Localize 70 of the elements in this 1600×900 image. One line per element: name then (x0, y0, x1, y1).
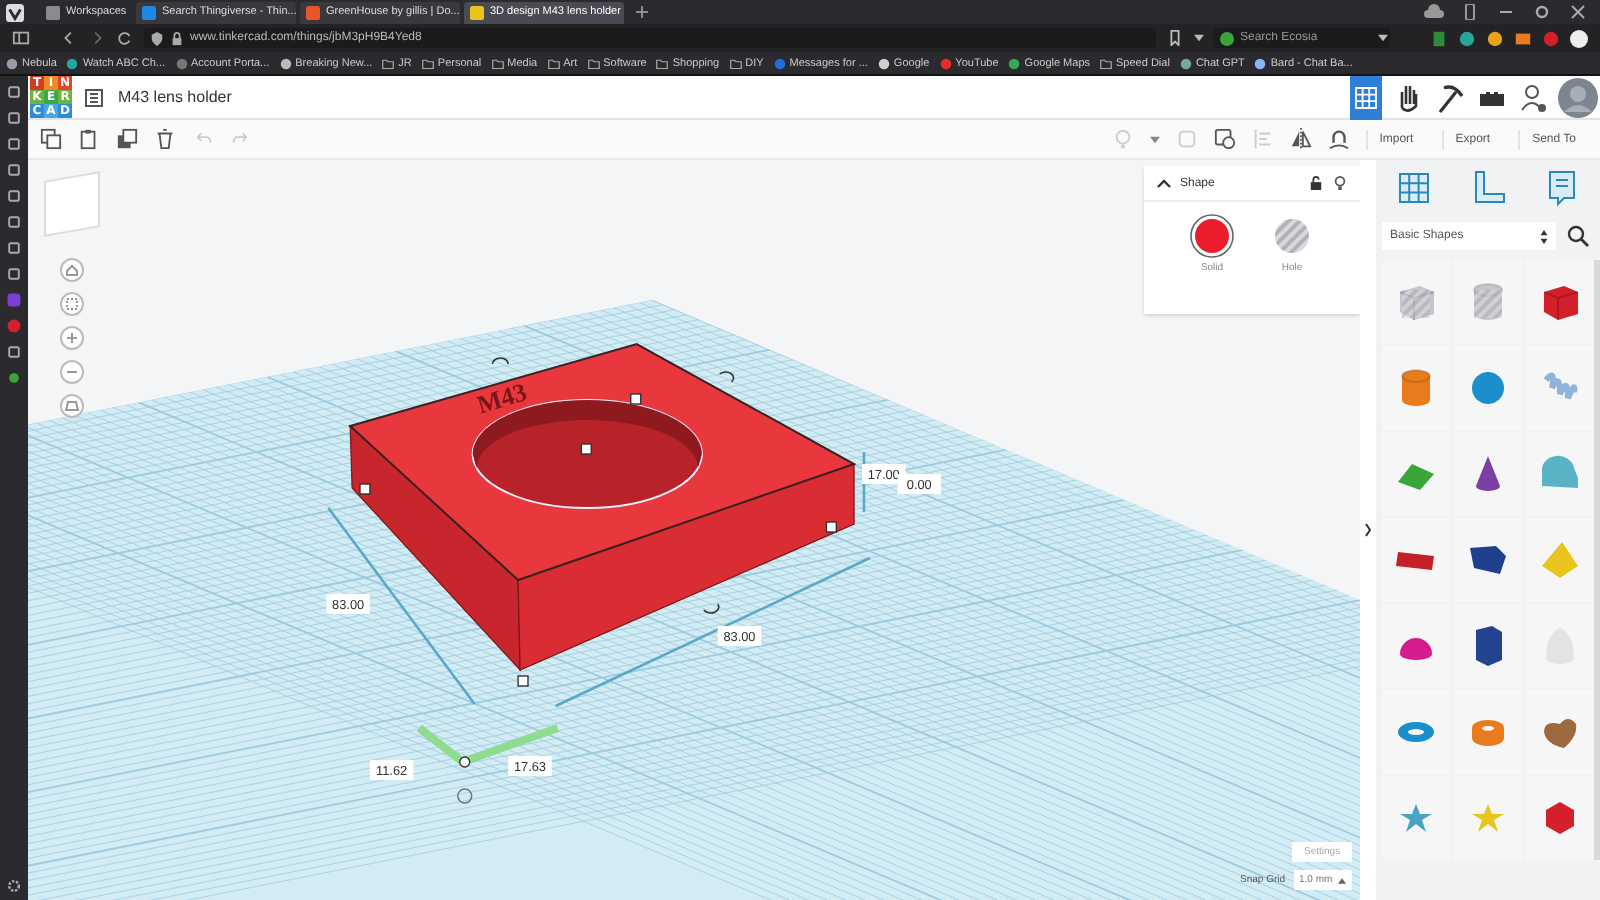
caret-icon[interactable] (1194, 34, 1204, 42)
shape-tile[interactable] (1382, 432, 1450, 516)
mirror-icon[interactable] (1289, 128, 1312, 150)
shape-tile[interactable] (1454, 346, 1522, 430)
shape-tile[interactable] (1454, 776, 1522, 860)
perspective-icon[interactable] (60, 394, 84, 418)
browser-logo-icon[interactable] (6, 3, 24, 21)
new-tab-icon[interactable] (636, 6, 648, 18)
trash-icon[interactable] (154, 128, 176, 150)
cloud-icon[interactable] (1424, 4, 1444, 20)
folder-icon (491, 57, 504, 69)
shape-tile[interactable] (1382, 260, 1450, 344)
list-icon[interactable] (84, 87, 104, 107)
shape-tile[interactable] (1382, 690, 1450, 774)
lock-icon[interactable] (1308, 176, 1324, 190)
chevron-right-icon[interactable] (1364, 522, 1372, 538)
reload-icon[interactable] (116, 30, 134, 46)
cruise-icon[interactable] (1327, 128, 1350, 150)
shape-tile[interactable] (1454, 432, 1522, 516)
caret-icon (1338, 877, 1347, 883)
shape-tile[interactable] (1526, 518, 1594, 602)
sidebar-toggle-icon[interactable] (12, 30, 30, 46)
leaf-icon[interactable] (6, 370, 22, 386)
fit-view-icon[interactable] (60, 292, 84, 316)
shield-icon (150, 31, 164, 45)
duplicate-icon[interactable] (116, 128, 138, 150)
solid-color-swatch[interactable] (1190, 214, 1234, 258)
workplane-icon[interactable] (1393, 168, 1434, 208)
lock-icon (170, 31, 184, 45)
hole-swatch[interactable] (1270, 214, 1314, 258)
avatar-icon[interactable] (1570, 29, 1588, 47)
home-icon[interactable] (60, 258, 84, 282)
shape-tile[interactable] (1526, 432, 1594, 516)
shape-tile[interactable] (1526, 260, 1594, 344)
folder-icon (421, 57, 434, 69)
shape-tile[interactable] (1454, 690, 1522, 774)
folder-icon (382, 57, 395, 69)
settings-icon[interactable] (6, 878, 22, 894)
chevron-up-icon[interactable] (1156, 176, 1172, 190)
zoom-in-icon[interactable] (60, 326, 84, 350)
shape-tile[interactable] (1454, 604, 1522, 688)
shape-tile[interactable] (1526, 690, 1594, 774)
folder-icon (1100, 57, 1113, 69)
paste-icon[interactable] (78, 128, 100, 150)
folder-icon (729, 57, 742, 69)
zoom-out-icon[interactable] (60, 360, 84, 384)
design-title[interactable]: M43 lens holder (118, 88, 232, 106)
shape-tile[interactable] (1454, 260, 1522, 344)
maximize-icon[interactable] (1532, 4, 1552, 20)
copy-icon[interactable] (40, 128, 62, 150)
caret-icon[interactable] (1378, 34, 1388, 42)
shape-tile[interactable] (1382, 604, 1450, 688)
search-icon[interactable] (1566, 224, 1590, 248)
grid-icon[interactable] (1350, 75, 1382, 119)
shape-tile[interactable] (1526, 346, 1594, 430)
lightbulb-icon[interactable] (1332, 176, 1348, 190)
leaf-icon (1220, 31, 1234, 45)
shape-tile[interactable] (1454, 518, 1522, 602)
shape-tile[interactable] (1526, 604, 1594, 688)
shape-tile[interactable] (1382, 518, 1450, 602)
close-icon[interactable] (1568, 4, 1588, 20)
shape-tile[interactable] (1382, 346, 1450, 430)
folder-icon (656, 57, 669, 69)
target-icon[interactable] (457, 788, 473, 804)
ungroup-icon[interactable] (1213, 128, 1236, 150)
folder-icon (587, 57, 600, 69)
folder-icon (547, 57, 560, 69)
updown-icon (1540, 229, 1548, 243)
shape-tile[interactable] (1526, 776, 1594, 860)
shape-tile[interactable] (1382, 776, 1450, 860)
